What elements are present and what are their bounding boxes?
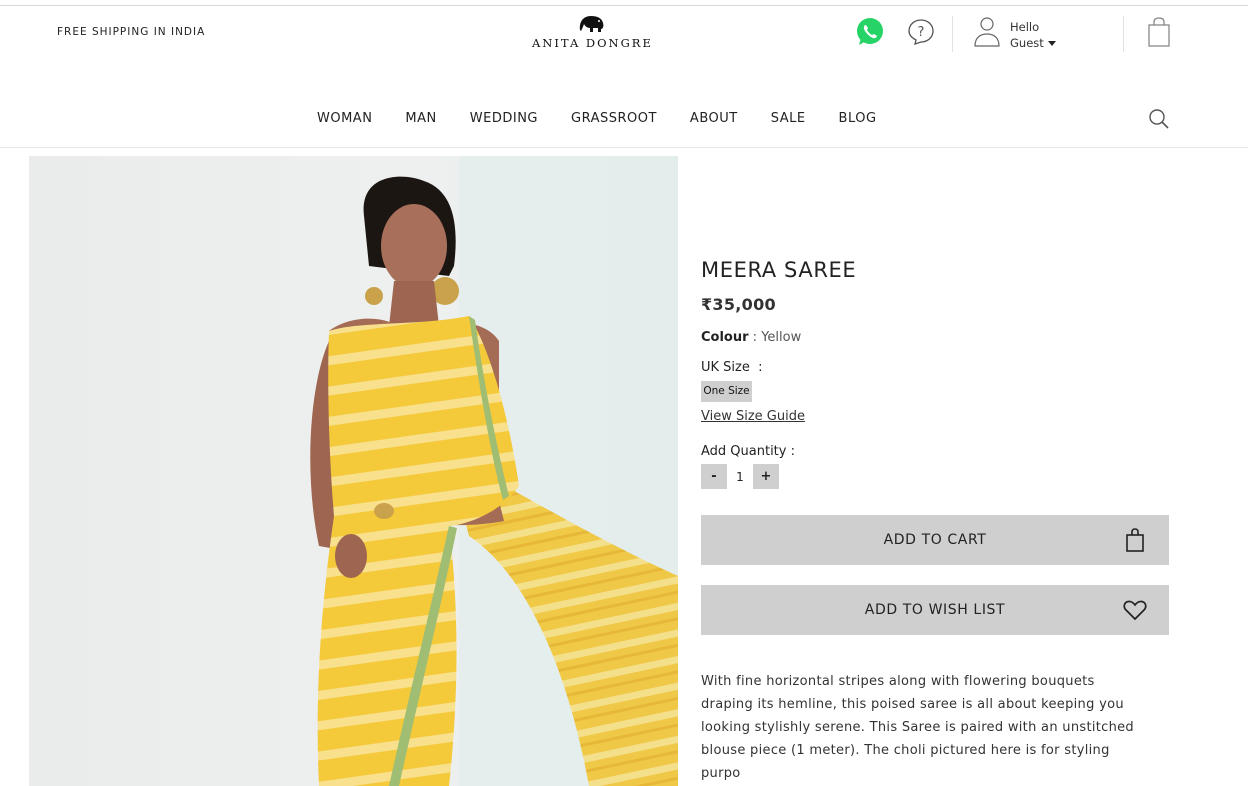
nav-item-woman[interactable]: WOMAN (317, 111, 372, 126)
brand-name: ANITA DONGRE (532, 36, 653, 50)
size-guide-link[interactable]: View Size Guide (701, 409, 805, 424)
product-description: With fine horizontal stripes along with … (701, 674, 1134, 781)
shopping-bag-icon[interactable] (1146, 16, 1172, 48)
product-price: ₹35,000 (701, 295, 776, 314)
product-title: MEERA SAREE (701, 258, 857, 282)
nav-item-blog[interactable]: BLOG (839, 111, 877, 126)
top-border (0, 5, 1248, 6)
nav-item-about[interactable]: ABOUT (690, 111, 738, 126)
header-separator (0, 147, 1248, 148)
colour-row: Colour : Yellow (701, 330, 801, 345)
user-name: Guest (1010, 36, 1044, 50)
quantity-stepper: - 1 + (701, 464, 779, 489)
heart-icon (1123, 600, 1147, 621)
whatsapp-icon[interactable] (854, 16, 886, 48)
header-divider (1123, 16, 1124, 52)
colour-label: Colour (701, 330, 749, 345)
main-nav: WOMAN MAN WEDDING GRASSROOT ABOUT SALE B… (300, 111, 877, 126)
greeting-text: Hello (1010, 20, 1040, 34)
add-to-cart-label: ADD TO CART (883, 532, 987, 548)
product-image[interactable] (29, 156, 678, 786)
nav-item-man[interactable]: MAN (405, 111, 436, 126)
size-label: UK Size : (701, 360, 763, 375)
quantity-increase-button[interactable]: + (753, 464, 779, 489)
elephant-logo-icon (579, 16, 604, 32)
quantity-decrease-button[interactable]: - (701, 464, 727, 489)
add-to-wishlist-button[interactable]: ADD TO WISH LIST (701, 585, 1169, 635)
nav-item-sale[interactable]: SALE (771, 111, 806, 126)
nav-item-wedding[interactable]: WEDDING (470, 111, 538, 126)
account-menu[interactable]: Hello Guest (1010, 19, 1056, 51)
nav-item-grassroot[interactable]: GRASSROOT (571, 111, 657, 126)
add-to-cart-button[interactable]: ADD TO CART (701, 515, 1169, 565)
colour-separator: : (748, 330, 762, 345)
shipping-banner: FREE SHIPPING IN INDIA (57, 26, 206, 38)
header-divider (952, 16, 953, 52)
svg-text:?: ? (918, 25, 925, 40)
user-icon[interactable] (973, 16, 1001, 48)
search-icon[interactable] (1148, 108, 1170, 130)
brand-logo[interactable]: ANITA DONGRE (532, 12, 653, 50)
caret-down-icon (1047, 40, 1056, 46)
add-to-wishlist-label: ADD TO WISH LIST (864, 602, 1006, 618)
quantity-label: Add Quantity : (701, 444, 795, 459)
bag-icon (1126, 528, 1144, 552)
quantity-value[interactable]: 1 (727, 470, 753, 484)
help-icon[interactable]: ? (907, 18, 935, 46)
size-option-one-size[interactable]: One Size (701, 381, 752, 402)
colour-value: Yellow (761, 330, 802, 345)
